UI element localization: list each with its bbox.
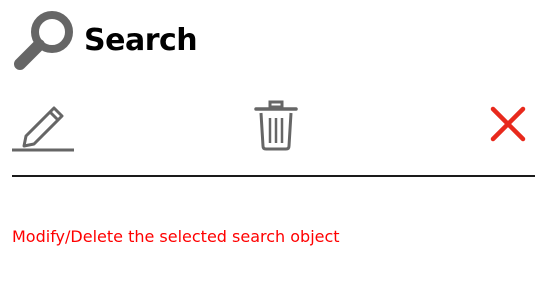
panel-title: Search: [84, 22, 198, 58]
action-toolbar: [0, 100, 535, 156]
close-button[interactable]: [488, 100, 528, 152]
pencil-icon: [12, 106, 74, 152]
panel-header: Search: [10, 8, 198, 72]
toolbar-divider: [12, 175, 535, 177]
status-message: Modify/Delete the selected search object: [12, 227, 340, 246]
close-icon: [490, 106, 526, 142]
trash-icon: [254, 100, 298, 151]
delete-button[interactable]: [252, 100, 300, 152]
edit-button[interactable]: [12, 100, 78, 152]
search-icon: [14, 11, 73, 70]
